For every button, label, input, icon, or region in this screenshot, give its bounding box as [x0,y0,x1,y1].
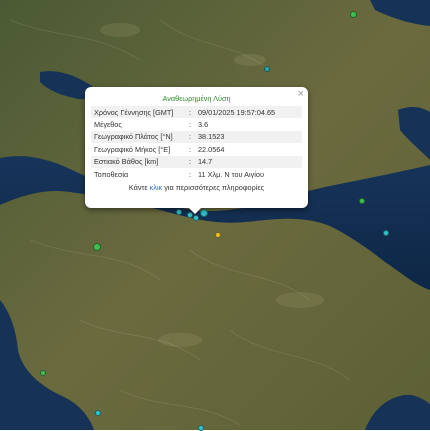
table-row: Εστιακό Βάθος [km] : 14.7 [91,155,302,168]
table-row: Χρόνος Γέννησης [GMT] : 09/01/2025 19:57… [91,106,302,119]
event-marker[interactable] [198,425,204,431]
row-label: Τοποθεσία [94,169,129,179]
row-label: Γεωγραφικό Μήκος [°E] [94,144,171,154]
event-marker[interactable] [95,410,101,416]
row-value: 14.7 [195,155,302,168]
table-row: Γεωγραφικό Πλάτος [°N] : 38.1523 [91,130,302,144]
event-marker[interactable] [93,243,101,251]
row-label: Μέγεθος [94,120,122,130]
event-marker[interactable] [176,209,182,215]
more-info-line: Κάντε κλικ για περισσότερες πληροφορίες [91,183,302,192]
satellite-map[interactable] [0,0,430,430]
event-marker[interactable] [264,66,270,72]
table-row: Γεωγραφικό Μήκος [°E] : 22.0564 [91,143,302,155]
row-value: 3.6 [198,120,209,130]
row-value: 11 Χλμ. Ν του Αιγίου [198,169,264,179]
event-marker[interactable] [200,209,208,217]
more-suffix: για περισσότερες πληροφορίες [164,183,265,193]
table-row: Τοποθεσία : 11 Χλμ. Ν του Αιγίου [91,168,302,180]
event-marker[interactable] [40,370,46,376]
table-row: Μέγεθος : 3.6 [91,118,302,130]
info-table: Χρόνος Γέννησης [GMT] : 09/01/2025 19:57… [91,106,302,180]
event-marker[interactable] [193,215,199,221]
more-prefix: Κάντε [128,183,148,193]
row-value: 09/01/2025 19:57:04.65 [195,106,302,119]
event-marker[interactable] [350,11,357,18]
close-button[interactable]: × [298,89,304,100]
event-marker[interactable] [359,198,365,204]
row-label: Γεωγραφικό Πλάτος [°N] [91,130,189,144]
row-value: 22.0564 [198,144,225,154]
row-label: Χρόνος Γέννησης [GMT] [91,106,189,119]
more-info-link[interactable]: κλικ [150,183,163,192]
row-label: Εστιακό Βάθος [km] [91,155,189,168]
earthquake-info-popup: × Αναθεωρημένη Λύση Χρόνος Γέννησης [GMT… [85,87,308,214]
event-marker[interactable] [383,230,389,236]
popup-title: Αναθεωρημένη Λύση [162,94,231,103]
row-value: 38.1523 [195,130,302,144]
event-marker[interactable] [215,232,221,238]
